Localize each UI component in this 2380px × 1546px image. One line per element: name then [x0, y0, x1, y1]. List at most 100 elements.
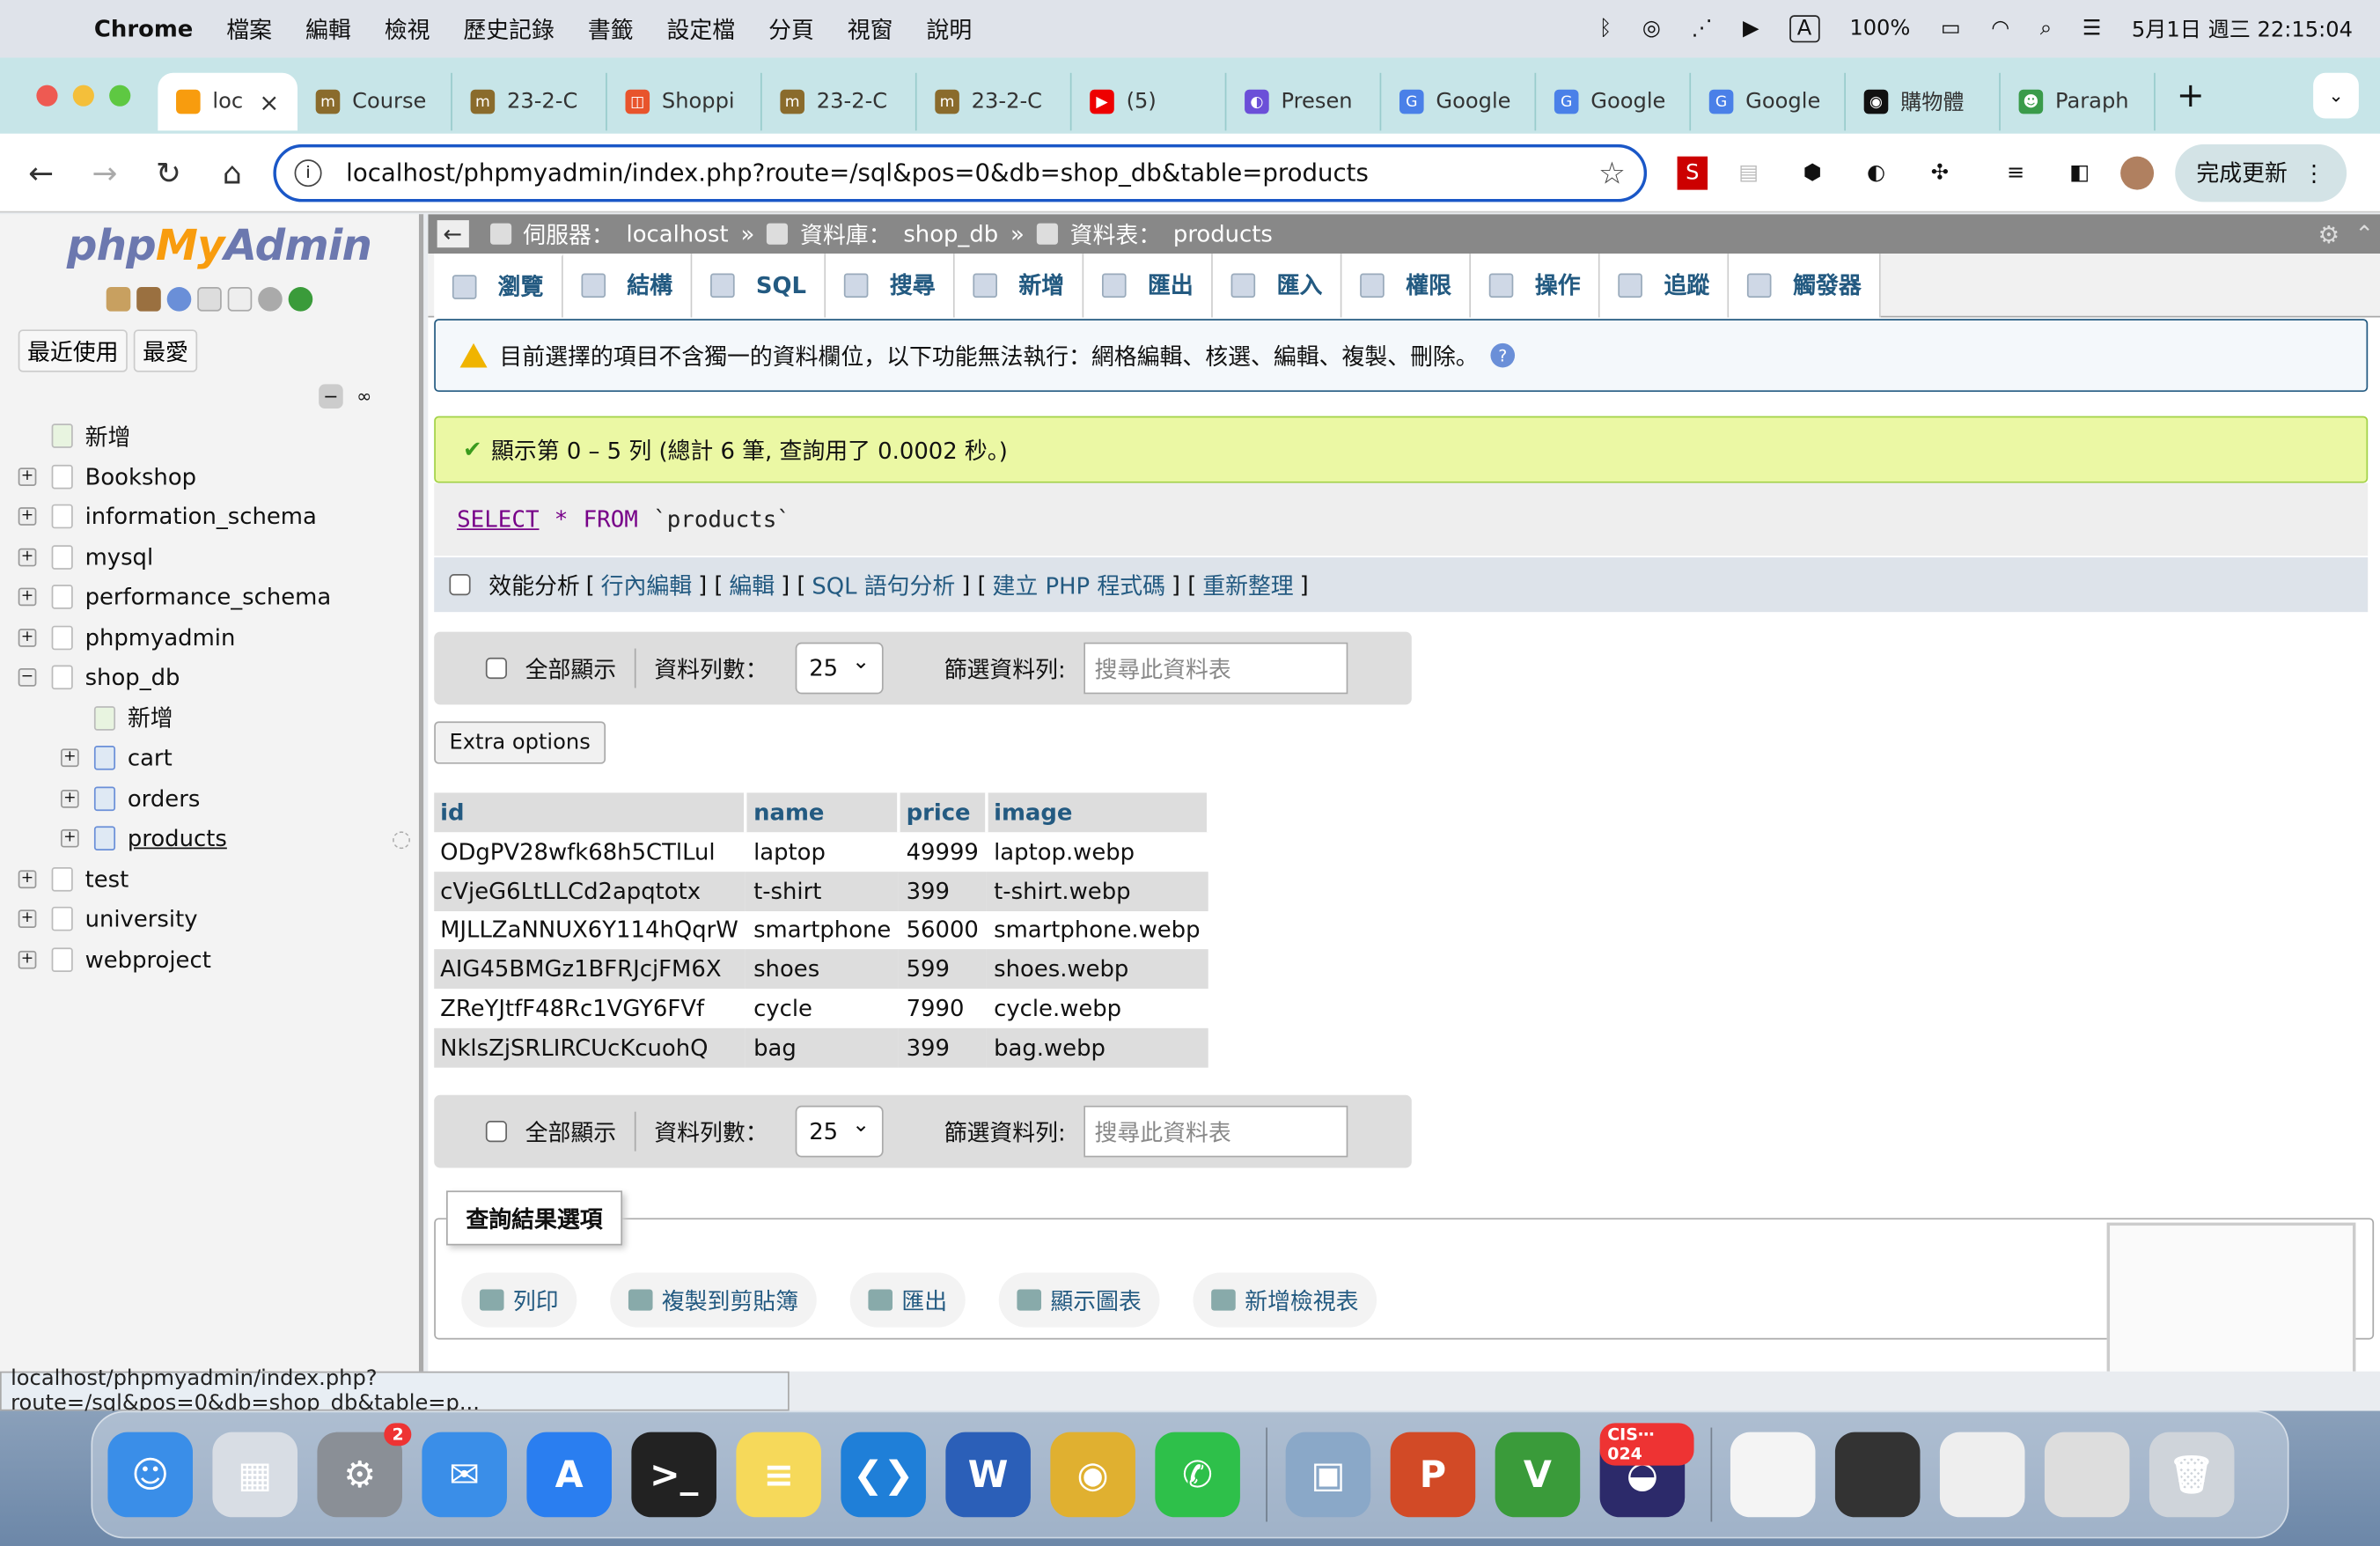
browser-tab[interactable]: G Google [1381, 72, 1537, 131]
menubar-item[interactable]: 檢視 [385, 13, 430, 45]
tree-item[interactable]: + phpmyadmin [0, 617, 419, 658]
tree-item[interactable]: + information_schema [0, 497, 419, 537]
tab-sql[interactable]: SQL [692, 253, 826, 317]
dock-terminal-icon[interactable]: >_ [631, 1432, 716, 1518]
filter-rows-input[interactable]: 搜尋此資料表 [1083, 642, 1348, 695]
bookmark-star-icon[interactable]: ☆ [1598, 154, 1626, 190]
dock-system-settings-icon[interactable]: ⚙ 2 [317, 1423, 412, 1518]
hide-eye-icon[interactable]: ◌ [392, 825, 412, 852]
battery-icon[interactable]: ▭ [1941, 17, 1961, 41]
activity-icon[interactable]: ⋰ [1691, 17, 1712, 41]
dock-window-2-icon[interactable] [1834, 1432, 1921, 1518]
table-cell[interactable]: 599 [898, 949, 987, 990]
reload-button[interactable]: ↻ [136, 154, 200, 190]
more-menu-icon[interactable]: ⋮ [2303, 158, 2325, 186]
browser-tab[interactable]: loc × [158, 72, 298, 131]
browser-tab[interactable]: ◉ 購物體 [1846, 72, 2001, 131]
sql-keyword-select[interactable]: SELECT [457, 505, 539, 533]
tree-item[interactable]: 新增 [0, 416, 419, 457]
tree-item[interactable]: + webproject [0, 939, 419, 980]
tab-privileges[interactable]: 權限 [1341, 253, 1472, 317]
table-cell[interactable]: cycle.webp [986, 989, 1208, 1028]
dock-mail-icon[interactable]: ✉ [422, 1432, 507, 1518]
address-bar[interactable]: i localhost/phpmyadmin/index.php?route=/… [273, 144, 1648, 202]
dock-trash-icon[interactable]: 🗑 [2149, 1432, 2235, 1518]
browser-tab[interactable]: m Course [298, 72, 452, 131]
show-all-checkbox[interactable] [485, 1121, 507, 1143]
menubar-item[interactable]: 視窗 [848, 13, 893, 45]
home-icon[interactable] [106, 287, 131, 312]
close-window-button[interactable] [36, 85, 58, 107]
spotlight-search-icon[interactable]: ⌕ [2040, 17, 2053, 41]
tab-browse[interactable]: 瀏覽 [434, 253, 563, 317]
dock-window-3-icon[interactable] [1939, 1432, 2025, 1518]
tab-import[interactable]: 匯入 [1213, 253, 1342, 317]
extension-hex-icon[interactable]: ⬢ [1789, 156, 1835, 189]
tab-triggers[interactable]: 觸發器 [1729, 253, 1882, 317]
tree-item[interactable]: + performance_schema [0, 578, 419, 618]
tree-expand-icon[interactable]: + [18, 467, 37, 486]
tab-operations[interactable]: 操作 [1471, 253, 1601, 317]
profiling-checkbox[interactable] [449, 574, 471, 596]
copy-to-clipboard-button[interactable]: 複製到剪貼簿 [610, 1272, 817, 1328]
tree-expand-icon[interactable]: + [60, 789, 79, 808]
table-cell[interactable]: shoes [746, 949, 899, 990]
column-header-image[interactable]: image [986, 792, 1209, 833]
dock-finder-icon[interactable]: ☺ [107, 1432, 194, 1518]
table-cell[interactable]: laptop [746, 832, 899, 872]
collapse-nav-arrow-icon[interactable]: ← [437, 220, 469, 248]
table-cell[interactable]: cVjeG6LtLLCd2apqtotx [434, 871, 746, 911]
export-button[interactable]: 匯出 [849, 1272, 966, 1328]
dock-launchpad-icon[interactable]: ▦ [212, 1432, 298, 1518]
menubar-item[interactable]: 分頁 [768, 13, 814, 45]
tab-search-chevron-icon[interactable]: ⌄ [2313, 72, 2359, 119]
close-tab-icon[interactable]: × [259, 87, 279, 116]
menubar-app-name[interactable]: Chrome [94, 15, 193, 42]
tree-item[interactable]: + cart [0, 738, 419, 778]
tree-expand-icon[interactable]: + [18, 588, 37, 607]
recent-tab[interactable]: 最近使用 [18, 329, 128, 372]
extension-gray-icon[interactable]: ▤ [1726, 156, 1772, 189]
tree-expand-icon[interactable]: + [18, 869, 37, 888]
tree-expand-icon[interactable]: + [18, 909, 37, 929]
tab-export[interactable]: 匯出 [1083, 253, 1214, 317]
edit-link[interactable]: 編輯 [729, 569, 775, 600]
tree-item[interactable]: + university [0, 899, 419, 939]
browser-tab[interactable]: G Google [1691, 72, 1846, 131]
tree-item[interactable]: 新增 [0, 698, 419, 739]
breadcrumb-table[interactable]: products [1173, 220, 1273, 247]
extensions-puzzle-icon[interactable]: ✣ [1917, 156, 1963, 189]
dock-word-icon[interactable]: W [945, 1432, 1031, 1518]
dock-window-1-icon[interactable] [1730, 1432, 1816, 1518]
table-cell[interactable]: smartphone.webp [986, 910, 1208, 950]
dock-preview-icon[interactable]: ▣ [1285, 1432, 1371, 1518]
tab-structure[interactable]: 結構 [562, 253, 693, 317]
table-cell[interactable]: 399 [898, 871, 987, 911]
create-php-code-link[interactable]: 建立 PHP 程式碼 [993, 569, 1165, 600]
explain-sql-link[interactable]: SQL 語句分析 [812, 569, 955, 600]
browser-tab[interactable]: m 23-2-C [762, 72, 917, 131]
create-view-button[interactable]: 新增檢視表 [1193, 1272, 1377, 1328]
wifi-icon[interactable]: ◠ [1991, 17, 2009, 41]
breadcrumb-server[interactable]: localhost [627, 220, 729, 247]
tree-expand-icon[interactable]: + [18, 548, 37, 566]
display-chart-button[interactable]: 顯示圖表 [998, 1272, 1160, 1328]
tree-expand-icon[interactable]: + [60, 829, 79, 848]
new-tab-button[interactable]: + [2156, 77, 2226, 114]
tree-expand-icon[interactable]: + [60, 748, 79, 768]
table-cell[interactable]: t-shirt.webp [986, 871, 1208, 911]
column-header-id[interactable]: id [434, 792, 748, 833]
tab-tracking[interactable]: 追蹤 [1600, 253, 1730, 317]
tree-item[interactable]: + test [0, 858, 419, 899]
table-cell[interactable]: 56000 [898, 910, 987, 950]
breadcrumb-db-label[interactable]: 資料庫： [800, 218, 891, 250]
dock-app-store-icon[interactable]: A [526, 1432, 612, 1518]
menubar-item[interactable]: 書籤 [588, 13, 634, 45]
input-mode-indicator[interactable]: A [1789, 15, 1819, 43]
dock-vim-icon[interactable]: V [1495, 1432, 1581, 1518]
sql-query-display[interactable]: SELECT * FROM `products` [434, 482, 2369, 556]
dock-eclipse-icon[interactable]: ◒ CIS⋯024 [1599, 1423, 1694, 1518]
table-cell[interactable]: AIG45BMGz1BFRJcjFM6X [434, 949, 746, 990]
help-icon[interactable]: ? [1490, 342, 1516, 368]
browser-tab[interactable]: ▶ (5) [1071, 72, 1227, 131]
